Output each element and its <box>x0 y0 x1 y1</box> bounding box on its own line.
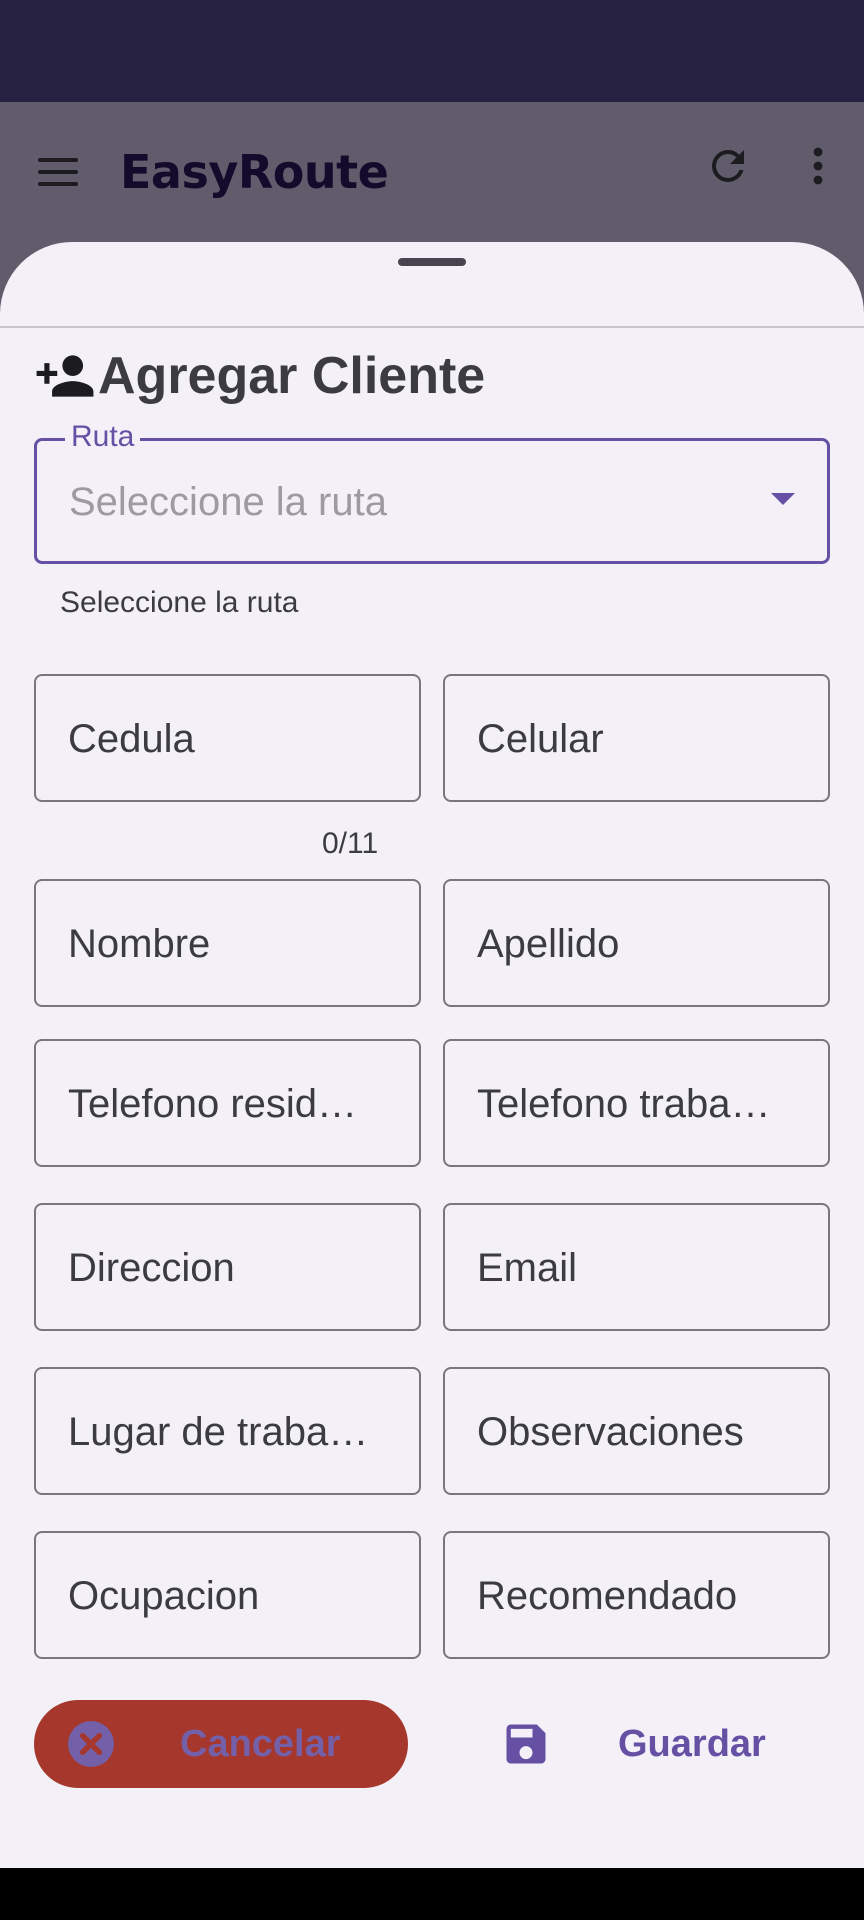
menu-icon[interactable] <box>32 150 84 194</box>
recomendado-label: Recomendado <box>477 1574 738 1618</box>
sheet-header: Agregar Cliente <box>34 338 485 414</box>
celular-label: Celular <box>477 717 604 761</box>
ocupacion-field[interactable]: Ocupacion <box>34 1531 421 1659</box>
app-title: EasyRoute <box>120 145 389 199</box>
more-vert-icon[interactable] <box>800 142 836 190</box>
email-field[interactable]: Email <box>443 1203 830 1331</box>
recomendado-field[interactable]: Recomendado <box>443 1531 830 1659</box>
direccion-label: Direccion <box>68 1246 235 1290</box>
cedula-field[interactable]: Cedula <box>34 674 421 802</box>
cancel-icon <box>68 1721 114 1767</box>
cedula-char-counter: 0/11 <box>322 827 379 860</box>
drag-handle[interactable] <box>398 258 466 266</box>
person-add-icon <box>36 355 94 397</box>
apellido-label: Apellido <box>477 922 620 966</box>
route-dropdown[interactable]: Ruta Seleccione la ruta <box>34 419 830 564</box>
sheet-divider <box>0 326 864 328</box>
telefono-trabajo-field[interactable]: Telefono traba… <box>443 1039 830 1167</box>
telefono-trabajo-label: Telefono traba… <box>477 1082 771 1126</box>
route-placeholder: Seleccione la ruta <box>69 480 387 524</box>
screen: EasyRoute Agregar Cliente Ruta Seleccion… <box>0 0 864 1920</box>
route-helper-text: Seleccione la ruta <box>60 586 299 619</box>
apellido-field[interactable]: Apellido <box>443 879 830 1007</box>
arrow-drop-down-icon[interactable] <box>771 493 795 505</box>
refresh-icon[interactable] <box>704 142 752 190</box>
route-label: Ruta <box>65 419 141 455</box>
lugar-trabajo-label: Lugar de traba… <box>68 1410 369 1454</box>
cancel-button[interactable]: Cancelar <box>34 1700 408 1788</box>
nombre-label: Nombre <box>68 922 211 966</box>
cancel-label: Cancelar <box>180 1723 341 1765</box>
lugar-trabajo-field[interactable]: Lugar de traba… <box>34 1367 421 1495</box>
email-label: Email <box>477 1246 578 1290</box>
nombre-field[interactable]: Nombre <box>34 879 421 1007</box>
observaciones-field[interactable]: Observaciones <box>443 1367 830 1495</box>
save-icon <box>506 1724 546 1764</box>
ocupacion-label: Ocupacion <box>68 1574 260 1618</box>
cedula-label: Cedula <box>68 717 195 761</box>
direccion-field[interactable]: Direccion <box>34 1203 421 1331</box>
status-bar <box>0 0 864 102</box>
sheet-title: Agregar Cliente <box>98 347 486 405</box>
telefono-residencial-field[interactable]: Telefono resid… <box>34 1039 421 1167</box>
system-navigation-bar <box>0 1868 864 1920</box>
celular-field[interactable]: Celular <box>443 674 830 802</box>
telefono-residencial-label: Telefono resid… <box>68 1082 358 1126</box>
save-label: Guardar <box>618 1723 766 1765</box>
add-client-bottom-sheet: Agregar Cliente Ruta Seleccione la ruta … <box>0 242 864 1868</box>
observaciones-label: Observaciones <box>477 1410 744 1454</box>
save-button[interactable]: Guardar <box>478 1700 838 1788</box>
